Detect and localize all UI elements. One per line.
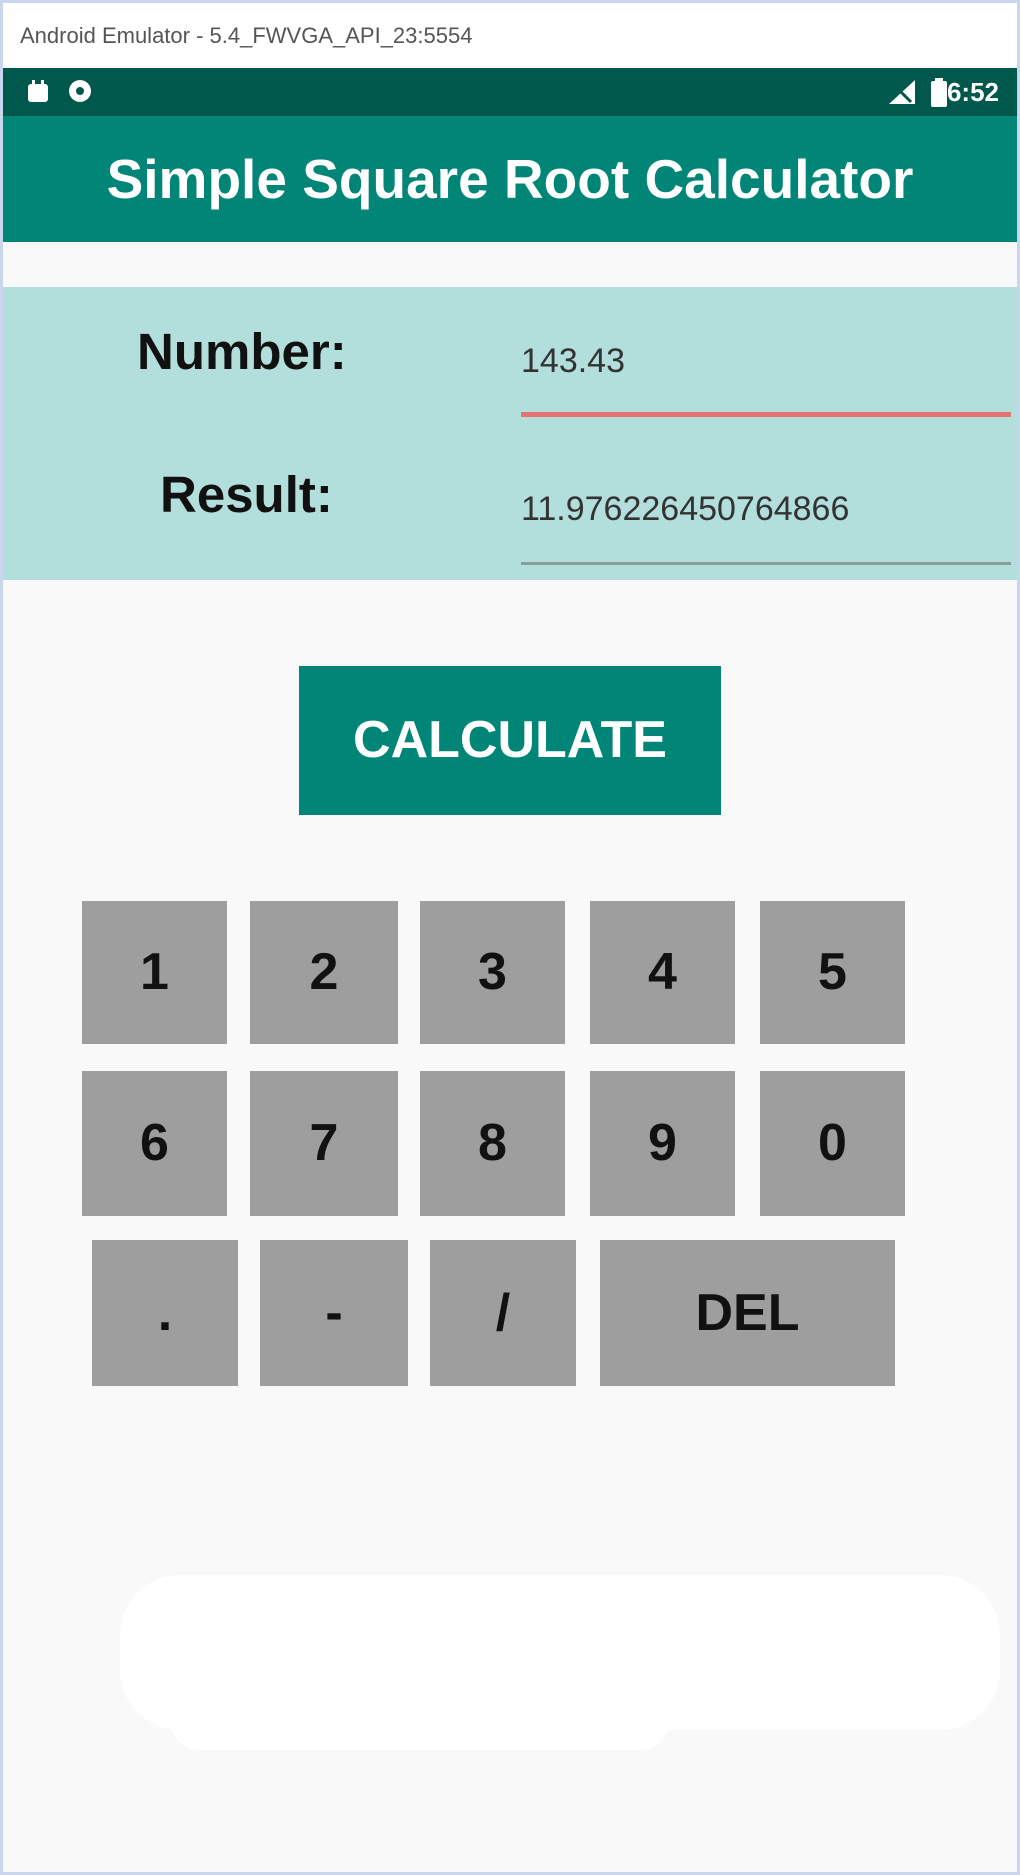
result-field[interactable]: 11.976226450764866 [521, 490, 849, 529]
number-input[interactable]: 143.43 [521, 342, 625, 381]
input-panel: Number: 143.43 Result: 11.97622645076486… [3, 287, 1017, 580]
status-bar: 6:52 [3, 68, 1017, 116]
key-slash[interactable]: / [430, 1240, 576, 1386]
key-4[interactable]: 4 [590, 901, 735, 1044]
calculate-button[interactable]: CALCULATE [299, 666, 721, 815]
app-bar: Simple Square Root Calculator [3, 116, 1017, 242]
key-delete[interactable]: DEL [600, 1240, 895, 1386]
android-notification-icon [25, 78, 51, 111]
key-decimal-point[interactable]: . [92, 1240, 238, 1386]
key-2[interactable]: 2 [250, 901, 398, 1044]
key-0[interactable]: 0 [760, 1071, 905, 1216]
key-minus[interactable]: - [260, 1240, 408, 1386]
key-1[interactable]: 1 [82, 901, 227, 1044]
status-time: 6:52 [946, 77, 999, 107]
emulator-titlebar: Android Emulator - 5.4_FWVGA_API_23:5554 [3, 3, 1017, 65]
app-title: Simple Square Root Calculator [106, 148, 914, 210]
emulator-window-title: Android Emulator - 5.4_FWVGA_API_23:5554 [20, 23, 473, 48]
key-5[interactable]: 5 [760, 901, 905, 1044]
result-label: Result: [160, 466, 333, 523]
blank-area-lower [170, 1690, 670, 1750]
key-7[interactable]: 7 [250, 1071, 398, 1216]
signal-icon [887, 78, 917, 113]
result-field-underline [521, 562, 1011, 565]
circle-notification-icon [67, 78, 93, 111]
key-9[interactable]: 9 [590, 1071, 735, 1216]
key-3[interactable]: 3 [420, 901, 565, 1044]
key-8[interactable]: 8 [420, 1071, 565, 1216]
key-6[interactable]: 6 [82, 1071, 227, 1216]
number-label: Number: [137, 323, 347, 380]
number-input-underline [521, 412, 1011, 417]
